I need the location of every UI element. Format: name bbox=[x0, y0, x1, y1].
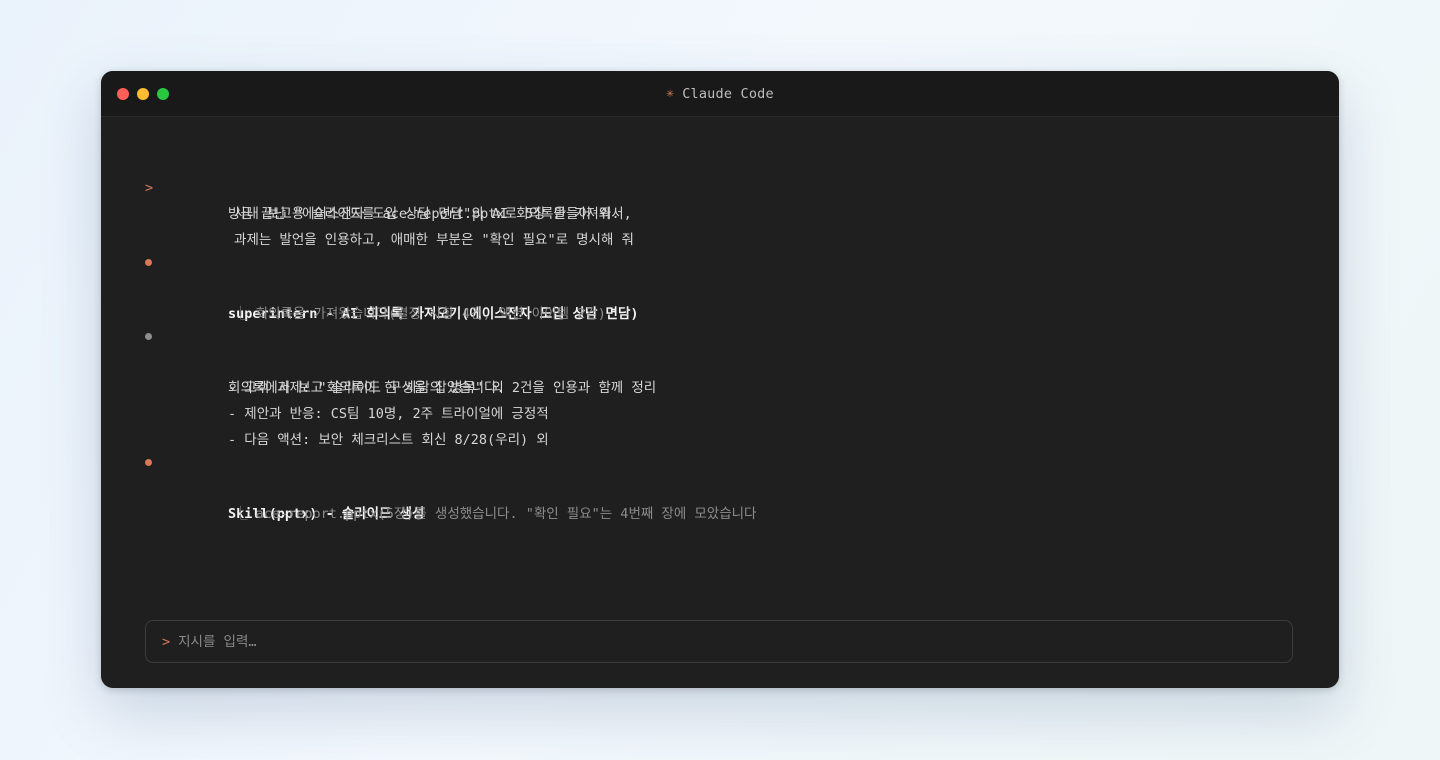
window-title: ✳ Claude Code bbox=[101, 71, 1339, 116]
command-input[interactable] bbox=[178, 633, 1259, 650]
title-bar: ✳ Claude Code bbox=[101, 71, 1339, 117]
user-prompt: > 방금 끝난 "에이스전자 도입 상담 면담"의 AI 회의록을 가져와서, … bbox=[145, 149, 1299, 248]
tool-bullet-icon bbox=[145, 459, 152, 466]
assistant-list-item: - 다음 액션: 보안 체크리스트 회신 8/28(우리) 외 bbox=[228, 432, 549, 448]
asterisk-icon: ✳ bbox=[666, 86, 675, 101]
conversation-log: > 방금 끝난 "에이스전자 도입 상담 면담"의 AI 회의록을 가져와서, … bbox=[145, 149, 1299, 522]
tool-call-result: ⎿ 회의록을 가져왔습니다(결정 사항 4건, 액션 아이템 2건) bbox=[234, 306, 606, 322]
terminal-window: ✳ Claude Code > 방금 끝난 "에이스전자 도입 상담 면담"의 … bbox=[101, 71, 1339, 688]
user-prompt-line: 과제는 발언을 인용하고, 애매한 부분은 "확인 필요"로 명시해 줘 bbox=[234, 232, 634, 248]
input-prompt-marker: > bbox=[162, 633, 171, 650]
tool-call-skill-pptx: Skill(pptx) - 슬라이드 생성 ⎿ ace-report.pptx(… bbox=[145, 449, 1299, 522]
tool-call-superintern: superintern - AI 회의록 가져오기(에이스전자 도입 상담 면담… bbox=[145, 249, 1299, 322]
window-title-text: Claude Code bbox=[682, 85, 774, 102]
message-bullet-icon bbox=[145, 333, 152, 340]
assistant-message: 회의록에서 보고 슬라이드 구성을 잡았습니다. - 고객 과제: "회의록이 … bbox=[145, 323, 1299, 448]
command-input-box[interactable]: > bbox=[145, 620, 1293, 663]
tool-bullet-icon bbox=[145, 259, 152, 266]
tool-call-result: ⎿ ace-report.pptx(5장)를 생성했습니다. "확인 필요"는 … bbox=[234, 506, 757, 522]
